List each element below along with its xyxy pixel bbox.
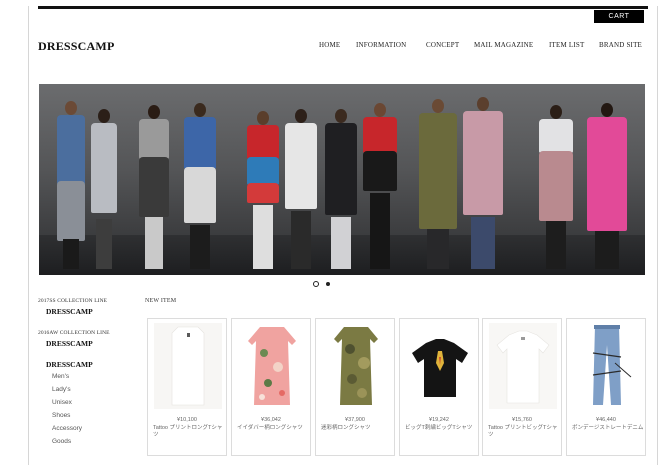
product-card[interactable]: ¥37,900 迷彩柄ロングシャツ bbox=[315, 318, 395, 456]
product-image-white-bigtee bbox=[489, 323, 557, 409]
new-item-heading: NEW ITEM bbox=[145, 298, 177, 304]
product-card[interactable]: ¥46,440 ボンデージストレートデニム bbox=[566, 318, 646, 456]
nav-item-list[interactable]: ITEM LIST bbox=[549, 41, 584, 49]
slider-dot[interactable] bbox=[326, 282, 330, 286]
sidebar-link-dresscamp-2017ss[interactable]: DRESSCAMP bbox=[46, 307, 138, 316]
model-figure bbox=[587, 103, 627, 269]
product-price: ¥19,242 bbox=[429, 417, 449, 423]
cart-button[interactable]: CART bbox=[594, 10, 644, 23]
nav-concept[interactable]: CONCEPT bbox=[426, 41, 459, 49]
sidebar-heading-2017ss: 2017SS COLLECTION LINE bbox=[38, 298, 108, 304]
sidebar-link-dresscamp-2016aw[interactable]: DRESSCAMP bbox=[46, 339, 138, 348]
sidebar-item-unisex[interactable]: Unisex bbox=[52, 396, 138, 409]
sidebar-item-accessory[interactable]: Accessory bbox=[52, 422, 138, 435]
nav-brand-site[interactable]: BRAND SITE bbox=[599, 41, 642, 49]
model-figure bbox=[463, 97, 503, 269]
product-name: Tattoo プリントロングTシャツ bbox=[153, 425, 223, 438]
sidebar-item-goods[interactable]: Goods bbox=[52, 435, 138, 448]
sidebar-category-brand[interactable]: DRESSCAMP bbox=[46, 360, 138, 369]
product-image-camo-dress bbox=[322, 323, 390, 409]
product-card[interactable]: ¥36,042 イイダバー柄ロングシャツ bbox=[231, 318, 311, 456]
nav-mail-magazine[interactable]: MAIL MAGAZINE bbox=[474, 41, 533, 49]
model-figure bbox=[539, 105, 573, 269]
nav-information[interactable]: INFORMATION bbox=[356, 41, 406, 49]
sidebar-item-ladys[interactable]: Lady's bbox=[52, 383, 138, 396]
product-image-black-tee bbox=[406, 323, 474, 409]
model-figure bbox=[419, 99, 457, 269]
product-card[interactable]: ¥15,760 Tattoo プリントビッグTシャツ bbox=[482, 318, 562, 456]
model-figure bbox=[325, 109, 357, 269]
product-price: ¥36,042 bbox=[261, 417, 281, 423]
product-name: イイダバー柄ロングシャツ bbox=[237, 425, 303, 431]
model-figure bbox=[184, 103, 216, 269]
sidebar-heading-2016aw: 2016AW COLLECTION LINE bbox=[38, 330, 110, 336]
model-figure bbox=[285, 109, 317, 269]
hero-banner[interactable] bbox=[39, 84, 645, 275]
model-figure bbox=[363, 103, 397, 269]
product-image-bondage-denim bbox=[573, 323, 641, 409]
product-price: ¥10,100 bbox=[177, 417, 197, 423]
product-name: ビッグT刺繍ビッグTシャツ bbox=[405, 425, 473, 431]
product-card[interactable]: ¥19,242 ビッグT刺繍ビッグTシャツ bbox=[399, 318, 479, 456]
sidebar-item-mens[interactable]: Men's bbox=[52, 370, 138, 383]
model-figure bbox=[91, 109, 117, 269]
slider-dot-active[interactable] bbox=[313, 281, 319, 287]
product-image-white-longtee bbox=[154, 323, 222, 409]
sidebar-item-shoes[interactable]: Shoes bbox=[52, 409, 138, 422]
main-nav: HOME INFORMATION CONCEPT MAIL MAGAZINE I… bbox=[0, 41, 661, 53]
model-figure bbox=[57, 101, 85, 269]
nav-home[interactable]: HOME bbox=[319, 41, 340, 49]
model-figure bbox=[247, 111, 279, 269]
model-figure bbox=[139, 105, 169, 269]
product-name: ボンデージストレートデニム bbox=[572, 425, 644, 431]
product-name: Tattoo プリントビッグTシャツ bbox=[488, 425, 558, 438]
product-image-pink-floral-dress bbox=[238, 323, 306, 409]
product-price: ¥46,440 bbox=[596, 417, 616, 423]
sidebar: 2017SS COLLECTION LINE DRESSCAMP 2016AW … bbox=[38, 298, 138, 448]
header-top-rule bbox=[38, 6, 648, 9]
product-price: ¥37,900 bbox=[345, 417, 365, 423]
product-name: 迷彩柄ロングシャツ bbox=[321, 425, 371, 431]
product-price: ¥15,760 bbox=[512, 417, 532, 423]
product-card[interactable]: ¥10,100 Tattoo プリントロングTシャツ bbox=[147, 318, 227, 456]
